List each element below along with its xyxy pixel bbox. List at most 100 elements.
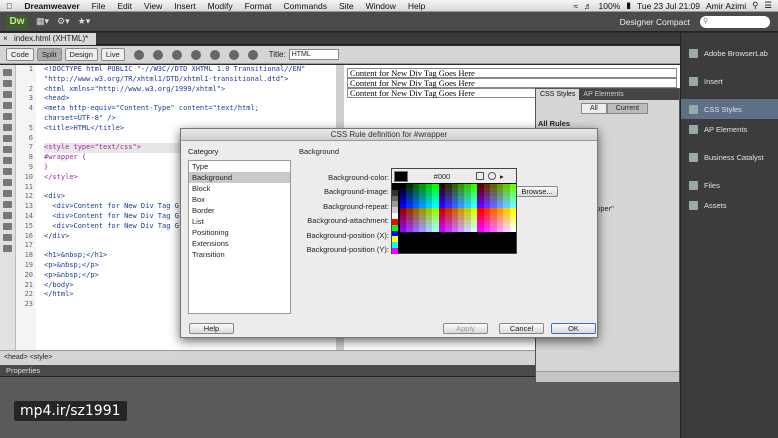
format-source-icon[interactable] — [3, 245, 12, 252]
category-transition[interactable]: Transition — [189, 249, 290, 260]
clock[interactable]: Tue 23 Jul 21:09 — [637, 1, 700, 11]
syntax-error-icon[interactable] — [3, 157, 12, 164]
wrap-tag-icon[interactable] — [3, 190, 12, 197]
extend-icon[interactable]: ⚙▾ — [57, 16, 70, 27]
dock-business-catalyst[interactable]: Business Catalyst — [681, 147, 778, 167]
tab-ap-elements[interactable]: AP Elements — [579, 89, 627, 100]
menu-insert[interactable]: Insert — [168, 1, 201, 11]
code-view-button[interactable]: Code — [6, 48, 34, 61]
dock-files[interactable]: Files — [681, 175, 778, 195]
menu-help[interactable]: Help — [402, 1, 431, 11]
cancel-button[interactable]: Cancel — [499, 323, 544, 334]
dock-css-styles[interactable]: CSS Styles — [681, 99, 778, 119]
system-color-icon[interactable] — [488, 172, 496, 180]
current-mode-button[interactable]: Current — [606, 103, 649, 114]
dock-insert[interactable]: Insert — [681, 71, 778, 91]
dock-label: AP Elements — [704, 124, 748, 134]
category-border[interactable]: Border — [189, 205, 290, 216]
recent-snippets-icon[interactable] — [3, 201, 12, 208]
file-management-icon[interactable] — [171, 49, 182, 60]
tab-css-styles[interactable]: CSS Styles — [536, 89, 580, 100]
refresh-icon[interactable] — [247, 49, 258, 60]
browse-button[interactable]: Browse... — [516, 186, 558, 197]
preview-icon[interactable] — [152, 49, 163, 60]
category-box[interactable]: Box — [189, 194, 290, 205]
dock-assets[interactable]: Assets — [681, 195, 778, 215]
menu-window[interactable]: Window — [360, 1, 402, 11]
balance-braces-icon[interactable] — [3, 124, 12, 131]
menu-format[interactable]: Format — [239, 1, 278, 11]
dock-browserlab[interactable]: Adobe BrowserLab — [681, 43, 778, 63]
help-button[interactable]: Help — [189, 323, 234, 334]
check-browser-icon[interactable] — [209, 49, 220, 60]
expand-all-icon[interactable] — [3, 102, 12, 109]
menu-file[interactable]: File — [86, 1, 112, 11]
wifi-icon[interactable]: ≈ — [573, 1, 578, 11]
workspace-switcher[interactable]: Designer Compact — [620, 17, 690, 27]
category-block[interactable]: Block — [189, 183, 290, 194]
search-input[interactable]: ⚲ — [700, 15, 770, 28]
design-view-button[interactable]: Design — [64, 48, 98, 61]
live-view-button[interactable]: Live — [100, 48, 125, 61]
line-number: 1 — [28, 65, 33, 73]
category-list-item[interactable]: List — [189, 216, 290, 227]
color-swatch-grid[interactable] — [400, 184, 516, 232]
highlight-invalid-icon[interactable] — [3, 146, 12, 153]
category-type[interactable]: Type — [189, 161, 290, 172]
design-div-line[interactable]: Content for New Div Tag Goes Here — [347, 78, 677, 88]
menu-app-name[interactable]: Dreamweaver — [18, 1, 85, 11]
apple-icon[interactable]:  — [0, 1, 18, 11]
document-tab[interactable]: × index.html (XHTML)* — [0, 33, 97, 45]
menu-commands[interactable]: Commands — [278, 1, 333, 11]
apply-button[interactable]: Apply — [443, 323, 488, 334]
remove-comment-icon[interactable] — [3, 179, 12, 186]
site-menu-icon[interactable]: ★▾ — [78, 16, 91, 27]
title-input[interactable]: HTML — [288, 49, 339, 60]
indent-icon[interactable] — [3, 223, 12, 230]
battery-icon[interactable]: ▮ — [626, 0, 631, 11]
close-icon[interactable]: × — [3, 33, 8, 45]
menu-arrow-icon[interactable]: ▸ — [500, 172, 504, 181]
w3c-validation-icon[interactable] — [190, 49, 201, 60]
menu-edit[interactable]: Edit — [111, 1, 138, 11]
apply-comment-icon[interactable] — [3, 168, 12, 175]
open-documents-icon[interactable] — [3, 69, 12, 76]
collapse-selection-icon[interactable] — [3, 91, 12, 98]
business-catalyst-icon — [689, 152, 698, 162]
ap-elements-icon — [689, 124, 698, 134]
visual-aids-icon[interactable] — [228, 49, 239, 60]
line-number: 15 — [24, 221, 33, 230]
all-mode-button[interactable]: All — [581, 103, 607, 114]
color-swatch[interactable] — [509, 228, 516, 232]
outdent-icon[interactable] — [3, 234, 12, 241]
category-background[interactable]: Background — [189, 172, 290, 183]
menu-modify[interactable]: Modify — [202, 1, 239, 11]
menu-site[interactable]: Site — [333, 1, 360, 11]
list-icon[interactable]: ☰ — [764, 0, 772, 11]
color-swatch[interactable] — [392, 248, 398, 254]
split-view-button[interactable]: Split — [36, 48, 62, 61]
line-number-gutter: 1 2 3 4 5 6 7 8 9 10 11 12 13 14 15 16 1… — [16, 65, 36, 350]
select-parent-tag-icon[interactable] — [3, 113, 12, 120]
category-positioning[interactable]: Positioning — [189, 227, 290, 238]
line-numbers-icon[interactable] — [3, 135, 12, 142]
grey-column[interactable] — [392, 184, 398, 254]
category-extensions[interactable]: Extensions — [189, 238, 290, 249]
dock-ap-elements[interactable]: AP Elements — [681, 119, 778, 139]
user-name[interactable]: Amir Azimi — [706, 1, 746, 11]
ok-button[interactable]: OK — [551, 323, 596, 334]
layout-menu-icon[interactable]: ▦▾ — [36, 16, 49, 27]
code-line: charset=UTF-8" /> — [44, 113, 116, 122]
no-color-icon[interactable] — [476, 172, 484, 180]
volume-icon[interactable]: ♬ — [584, 1, 593, 11]
move-css-icon[interactable] — [3, 212, 12, 219]
design-div-line[interactable]: Content for New Div Tag Goes Here — [347, 68, 677, 78]
spotlight-icon[interactable]: ⚲ — [752, 0, 758, 11]
line-number: 14 — [24, 211, 33, 220]
battery-percent[interactable]: 100% — [599, 1, 621, 11]
dialog-title: CSS Rule definition for #wrapper — [181, 129, 597, 141]
collapse-tag-icon[interactable] — [3, 80, 12, 87]
multiscreen-icon[interactable] — [133, 49, 144, 60]
code-line: <!DOCTYPE html PUBLIC "-//W3C//DTD XHTML… — [44, 65, 306, 73]
menu-view[interactable]: View — [138, 1, 168, 11]
